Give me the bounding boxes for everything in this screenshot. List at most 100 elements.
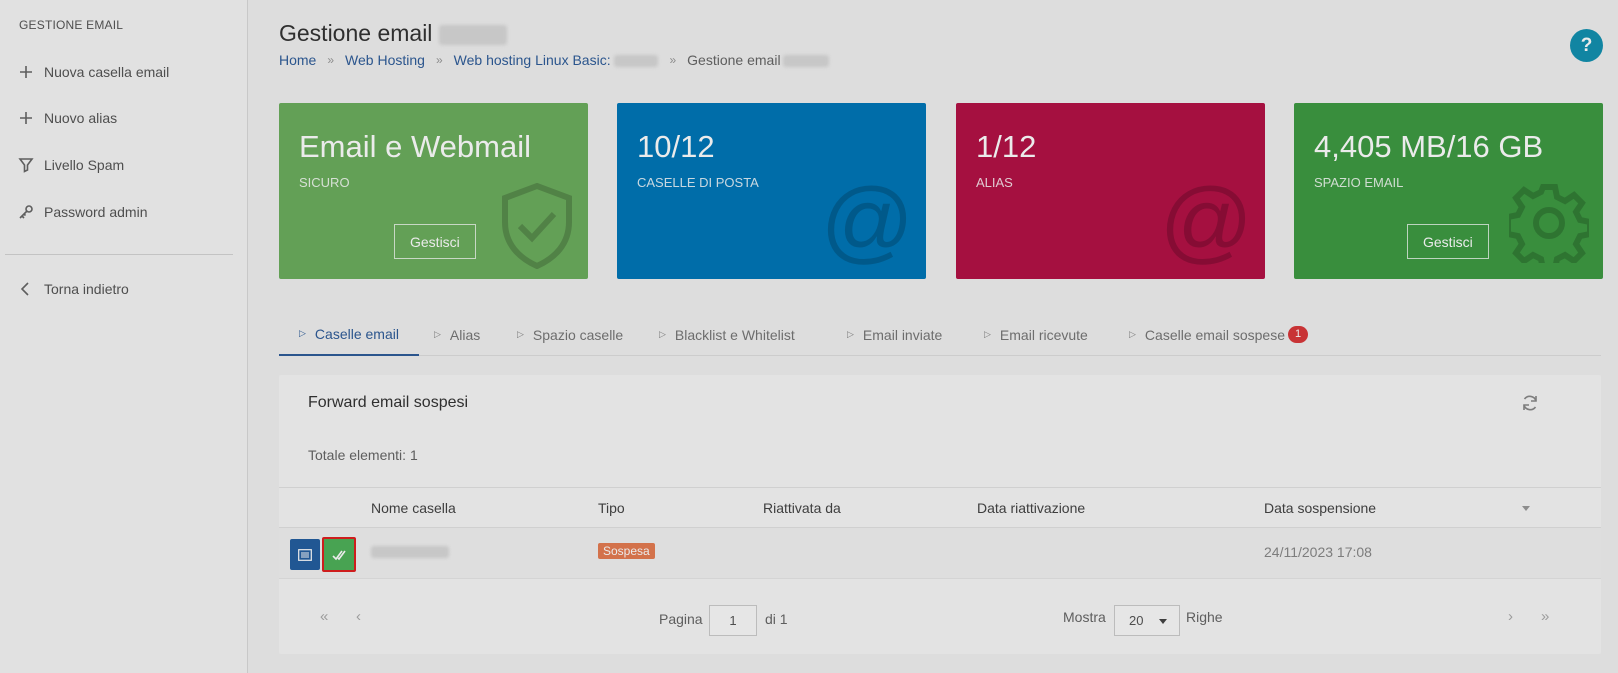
column-header-tipo[interactable]: Tipo xyxy=(598,500,625,516)
card-label: ALIAS xyxy=(976,175,1013,190)
plus-icon xyxy=(16,108,36,128)
suspension-date: 24/11/2023 17:08 xyxy=(1264,544,1372,560)
rows-label: Righe xyxy=(1186,609,1223,625)
breadcrumb-separator: » xyxy=(669,53,677,67)
card-label: SICURO xyxy=(299,175,350,190)
refresh-icon[interactable] xyxy=(1521,394,1539,412)
tab-blacklist-whitelist[interactable]: ▷ Blacklist e Whitelist xyxy=(659,313,795,356)
rows-per-page-value: 20 xyxy=(1129,613,1144,628)
help-button[interactable]: ? xyxy=(1570,29,1603,62)
sidebar-item-back[interactable]: Torna indietro xyxy=(16,275,129,303)
page-number-input[interactable]: 1 xyxy=(709,605,757,636)
page-label: Pagina xyxy=(659,611,703,627)
sidebar-item-label: Password admin xyxy=(44,204,148,220)
total-elements: Totale elementi: 1 xyxy=(308,447,418,463)
at-icon: @ xyxy=(1159,170,1253,272)
chevron-left-icon xyxy=(16,279,36,299)
sidebar-item-new-alias[interactable]: Nuovo alias xyxy=(16,104,117,132)
sort-caret-icon[interactable] xyxy=(1522,506,1530,511)
breadcrumb-separator: » xyxy=(327,53,335,67)
breadcrumb-web-hosting[interactable]: Web Hosting xyxy=(345,52,425,68)
breadcrumb-current-text: Gestione email xyxy=(687,52,781,68)
plus-icon xyxy=(16,62,36,82)
card-alias: 1/12 ALIAS @ xyxy=(956,103,1265,279)
sidebar-divider xyxy=(5,254,233,255)
sidebar-item-label: Nuovo alias xyxy=(44,110,118,126)
tab-caselle-email[interactable]: ▷ Caselle email xyxy=(279,313,419,356)
card-mailboxes: 10/12 CASELLE DI POSTA @ xyxy=(617,103,926,279)
tab-label: Email ricevute xyxy=(999,326,1088,343)
caret-right-icon: ▷ xyxy=(299,328,306,338)
manage-webmail-button[interactable]: Gestisci xyxy=(394,224,476,259)
table-row: Sospesa 24/11/2023 17:08 xyxy=(279,528,1601,579)
tab-bar: ▷ Caselle email ▷ Alias ▷ Spazio caselle ▷ B… xyxy=(279,313,1601,356)
card-value: 1/12 xyxy=(976,129,1037,164)
breadcrumb-home[interactable]: Home xyxy=(279,52,316,68)
caret-right-icon: ▷ xyxy=(1129,329,1136,339)
sidebar-item-label: Livello Spam xyxy=(44,157,125,173)
sidebar-item-spam-level[interactable]: Livello Spam xyxy=(16,151,124,179)
last-page-button[interactable]: » xyxy=(1541,608,1549,625)
column-header-data-riattivazione[interactable]: Data riattivazione xyxy=(977,500,1085,516)
caret-right-icon: ▷ xyxy=(659,329,666,339)
double-check-icon xyxy=(332,550,346,560)
caret-right-icon: ▷ xyxy=(517,329,524,339)
tab-email-inviate[interactable]: ▷ Email inviate xyxy=(847,313,942,356)
redacted-domain xyxy=(614,55,659,68)
card-email-space: 4,405 MB/16 GB SPAZIO EMAIL Gestisci xyxy=(1294,103,1603,279)
card-label: SPAZIO EMAIL xyxy=(1314,175,1404,190)
redacted-mailbox-name xyxy=(371,546,449,558)
key-icon xyxy=(16,202,36,222)
prev-page-button[interactable]: ‹ xyxy=(356,608,361,625)
card-email-webmail: Email e Webmail SICURO Gestisci xyxy=(279,103,588,279)
caret-right-icon: ▷ xyxy=(847,329,854,339)
column-header-data-sospensione[interactable]: Data sospensione xyxy=(1264,500,1376,516)
show-label: Mostra xyxy=(1063,609,1106,625)
breadcrumb-plan[interactable]: Web hosting Linux Basic: xyxy=(454,52,659,68)
tab-label: Caselle email xyxy=(314,325,399,342)
sidebar-item-new-mailbox[interactable]: Nuova casella email xyxy=(16,58,169,86)
caret-right-icon: ▷ xyxy=(984,329,991,339)
at-icon: @ xyxy=(820,170,914,272)
tab-alias[interactable]: ▷ Alias xyxy=(434,313,480,356)
card-value: 10/12 xyxy=(637,129,715,164)
page-title: Gestione email xyxy=(279,20,507,47)
breadcrumb-plan-text: Web hosting Linux Basic: xyxy=(453,52,611,68)
sidebar-item-label: Nuova casella email xyxy=(44,64,170,80)
tab-spazio-caselle[interactable]: ▷ Spazio caselle xyxy=(517,313,623,356)
pagination: « ‹ Pagina 1 di 1 Mostra 20 Righe › » xyxy=(279,593,1601,637)
gear-icon xyxy=(1509,184,1589,263)
count-badge: 1 xyxy=(1288,326,1308,343)
list-icon xyxy=(298,548,312,561)
page-title-text: Gestione email xyxy=(279,20,433,46)
caret-right-icon: ▷ xyxy=(434,329,441,339)
tab-email-ricevute[interactable]: ▷ Email ricevute xyxy=(984,313,1088,356)
table-header: Nome casella Tipo Riattivata da Data ria… xyxy=(279,487,1601,528)
next-page-button[interactable]: › xyxy=(1508,608,1513,625)
filter-icon xyxy=(16,155,36,175)
tab-label: Caselle email sospese xyxy=(1144,326,1285,343)
tab-label: Spazio caselle xyxy=(532,326,624,343)
chevron-down-icon xyxy=(1159,619,1167,624)
main-content: Gestione email Home » Web Hosting » Web … xyxy=(249,0,1618,673)
tab-label: Email inviate xyxy=(862,326,943,343)
card-value: Email e Webmail xyxy=(299,129,532,164)
view-details-button[interactable] xyxy=(290,539,320,570)
sidebar-item-admin-password[interactable]: Password admin xyxy=(16,198,148,226)
sidebar-title: GESTIONE EMAIL xyxy=(19,18,124,32)
tab-label: Blacklist e Whitelist xyxy=(674,326,795,343)
sidebar: GESTIONE EMAIL Nuova casella email Nuovo… xyxy=(0,0,248,673)
column-header-riattivata-da[interactable]: Riattivata da xyxy=(763,500,841,516)
card-label: CASELLE DI POSTA xyxy=(637,175,759,190)
page-total-label: di 1 xyxy=(765,611,788,627)
reactivate-button[interactable] xyxy=(322,537,356,572)
panel-title: Forward email sospesi xyxy=(308,394,469,411)
rows-per-page-select[interactable]: 20 xyxy=(1114,605,1180,636)
tab-caselle-sospese[interactable]: ▷ Caselle email sospese 1 xyxy=(1129,313,1308,356)
first-page-button[interactable]: « xyxy=(320,608,328,625)
manage-space-button[interactable]: Gestisci xyxy=(1407,224,1489,259)
suspended-forward-panel: Forward email sospesi Totale elementi: 1… xyxy=(279,375,1601,654)
shield-check-icon xyxy=(502,183,572,269)
app-root: GESTIONE EMAIL Nuova casella email Nuovo… xyxy=(0,0,1618,673)
column-header-nome-casella[interactable]: Nome casella xyxy=(371,500,456,516)
